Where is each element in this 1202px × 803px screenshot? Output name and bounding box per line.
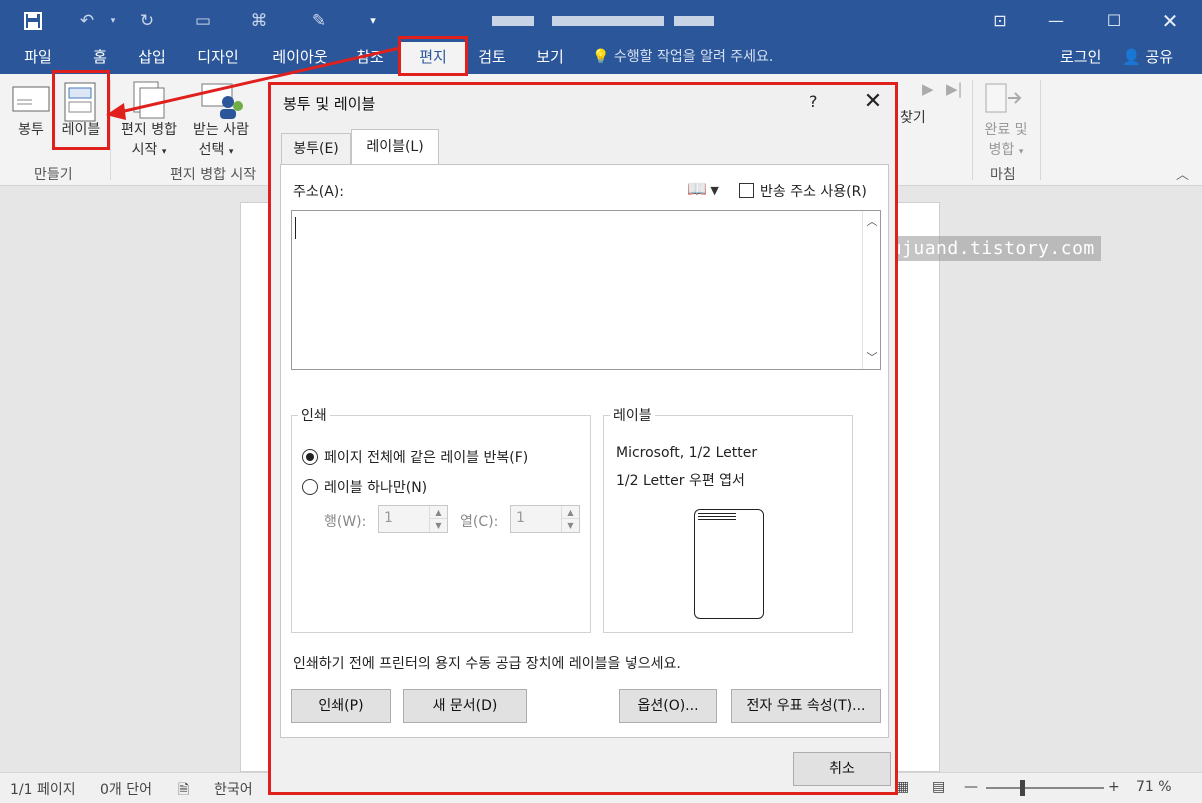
arrow-annotation: [106, 46, 401, 120]
